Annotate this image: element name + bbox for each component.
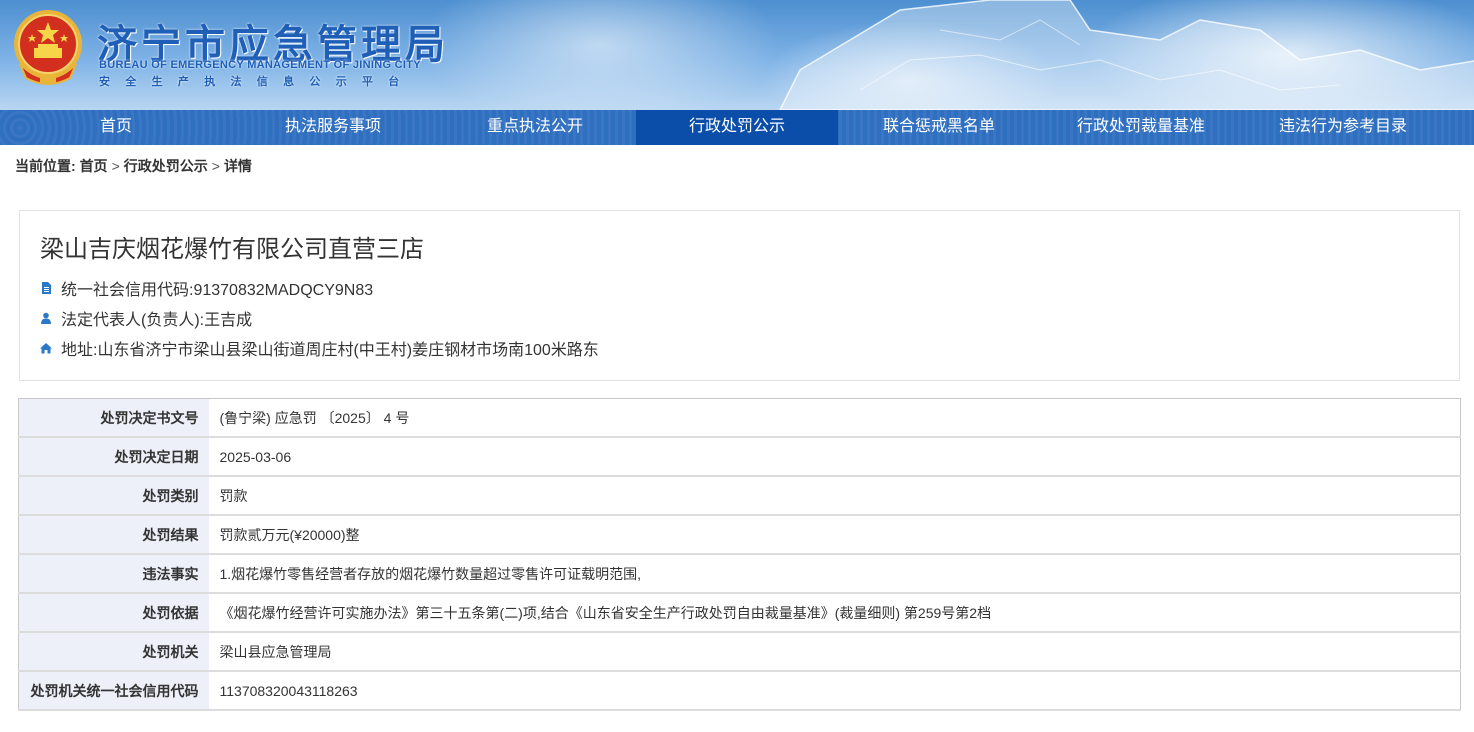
table-row: 处罚机关 梁山县应急管理局: [18, 631, 1461, 672]
row-label-violation-facts: 违法事实: [18, 553, 209, 594]
row-value-penalty-type: 罚款: [208, 475, 1461, 516]
nav-item-blacklist[interactable]: 联合惩戒黑名单: [838, 110, 1040, 145]
row-value-penalty-result: 罚款贰万元(¥20000)整: [208, 514, 1461, 555]
table-row: 处罚决定书文号 (鲁宁梁) 应急罚 〔2025〕 4 号: [18, 398, 1461, 438]
address-text: 地址:山东省济宁市梁山县梁山街道周庄村(中王村)姜庄钢材市场南100米路东: [61, 342, 599, 359]
penalty-detail-table: 处罚决定书文号 (鲁宁梁) 应急罚 〔2025〕 4 号 处罚决定日期 2025…: [18, 398, 1461, 711]
person-icon: [41, 312, 51, 324]
row-value-violation-facts: 1.烟花爆竹零售经营者存放的烟花爆竹数量超过零售许可证载明范围,: [208, 553, 1461, 594]
national-emblem-icon[interactable]: [10, 8, 86, 90]
breadcrumb-link-home[interactable]: 首页: [80, 158, 108, 174]
main-nav: 首页 执法服务事项 重点执法公开 行政处罚公示 联合惩戒黑名单 行政处罚裁量基准…: [0, 110, 1474, 145]
site-title-english: BUREAU OF EMERGENCY MANAGEMENT OF JINING…: [99, 59, 421, 71]
header-banner: 济宁市应急管理局 BUREAU OF EMERGENCY MANAGEMENT …: [0, 0, 1474, 110]
nav-item-violation-catalog[interactable]: 违法行为参考目录: [1242, 110, 1444, 145]
breadcrumb-current: 详情: [223, 158, 252, 174]
row-label-penalty-authority: 处罚机关: [18, 631, 209, 672]
row-value-decision-date: 2025-03-06: [208, 436, 1461, 477]
table-row: 违法事实 1.烟花爆竹零售经营者存放的烟花爆竹数量超过零售许可证载明范围,: [18, 553, 1461, 594]
banner-cloud: [420, 0, 780, 110]
company-info-card: 梁山吉庆烟花爆竹有限公司直营三店 统一社会信用代码:91370832MADQCY…: [19, 210, 1460, 381]
banner-cloud: [1080, 0, 1474, 110]
row-label-authority-credit-code: 处罚机关统一社会信用代码: [18, 670, 209, 711]
legal-rep-text: 法定代表人(负责人):王吉成: [61, 312, 253, 329]
credit-code-text: 统一社会信用代码:91370832MADQCY9N83: [61, 282, 374, 299]
table-row: 处罚机关统一社会信用代码 113708320043118263: [18, 670, 1461, 711]
row-label-decision-date: 处罚决定日期: [18, 436, 209, 477]
legal-rep-row: 法定代表人(负责人):王吉成: [40, 306, 252, 330]
row-value-penalty-authority: 梁山县应急管理局: [208, 631, 1461, 672]
row-value-decision-number: (鲁宁梁) 应急罚 〔2025〕 4 号: [208, 398, 1461, 438]
breadcrumb-prefix: 当前位置:: [15, 158, 76, 174]
nav-item-home[interactable]: 首页: [0, 110, 232, 145]
table-row: 处罚结果 罚款贰万元(¥20000)整: [18, 514, 1461, 555]
row-value-authority-credit-code: 113708320043118263: [208, 670, 1461, 711]
company-name: 梁山吉庆烟花爆竹有限公司直营三店: [40, 236, 424, 263]
breadcrumb-link-penalty[interactable]: 行政处罚公示: [124, 158, 208, 174]
row-label-penalty-result: 处罚结果: [18, 514, 209, 555]
nav-item-penalty-disclosure[interactable]: 行政处罚公示: [636, 110, 838, 145]
breadcrumb-separator: >: [111, 158, 120, 174]
row-label-penalty-type: 处罚类别: [18, 475, 209, 516]
nav-item-key-enforcement[interactable]: 重点执法公开: [434, 110, 636, 145]
nav-item-penalty-benchmark[interactable]: 行政处罚裁量基准: [1040, 110, 1242, 145]
row-value-penalty-basis: 《烟花爆竹经营许可实施办法》第三十五条第(二)项,结合《山东省安全生产行政处罚自…: [208, 592, 1461, 633]
site-subtitle: 安全生产执法信息公示平台: [99, 76, 415, 88]
row-label-decision-number: 处罚决定书文号: [18, 398, 209, 438]
home-icon: [40, 343, 52, 354]
table-row: 处罚决定日期 2025-03-06: [18, 436, 1461, 477]
breadcrumb: 当前位置: 首页 > 行政处罚公示 > 详情: [15, 156, 252, 176]
breadcrumb-separator: >: [211, 158, 220, 174]
table-row: 处罚类别 罚款: [18, 475, 1461, 516]
document-icon: [42, 282, 51, 294]
nav-item-enforcement-services[interactable]: 执法服务事项: [232, 110, 434, 145]
row-label-penalty-basis: 处罚依据: [18, 592, 209, 633]
table-row: 处罚依据 《烟花爆竹经营许可实施办法》第三十五条第(二)项,结合《山东省安全生产…: [18, 592, 1461, 633]
address-row: 地址:山东省济宁市梁山县梁山街道周庄村(中王村)姜庄钢材市场南100米路东: [40, 336, 599, 360]
credit-code-row: 统一社会信用代码:91370832MADQCY9N83: [40, 276, 373, 300]
